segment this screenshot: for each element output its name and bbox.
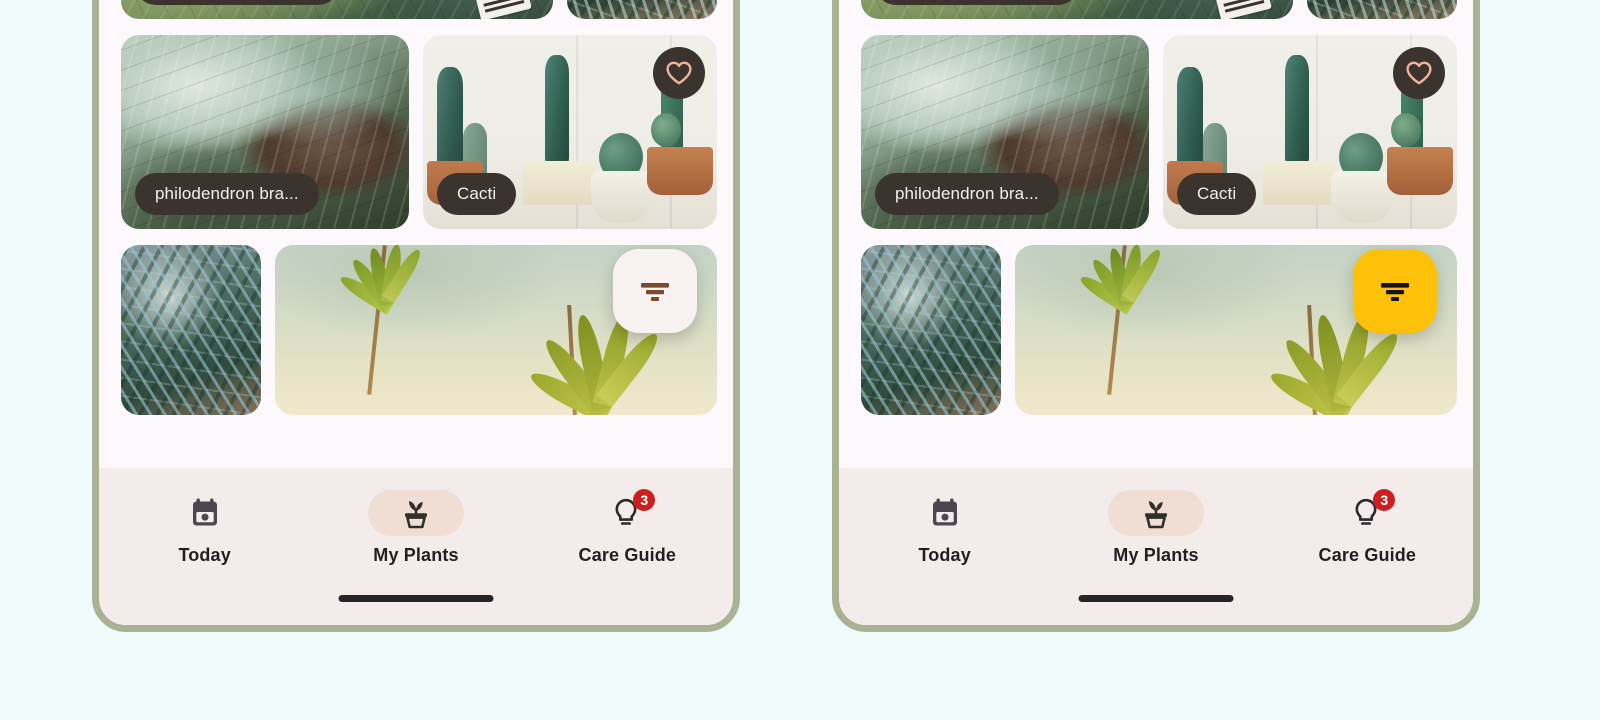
app-screen-right: monstera siltepecana philodendron bra...	[839, 0, 1473, 625]
nav-badge: 3	[1373, 489, 1396, 511]
nav-icon-wrapper: 3	[579, 489, 675, 536]
heart-icon	[1406, 61, 1432, 85]
nav-label: Care Guide	[578, 545, 677, 565]
plant-card[interactable]: monstera siltepecana	[121, 0, 553, 19]
nav-badge: 3	[633, 489, 656, 511]
nav-icon-wrapper	[897, 490, 993, 536]
favorite-heart-button[interactable]	[653, 47, 705, 99]
nav-label: Today	[178, 545, 231, 565]
plant-photo-palm	[1307, 0, 1457, 19]
filter-fab-button[interactable]	[1353, 249, 1437, 333]
plant-card[interactable]: monstera siltepecana	[861, 0, 1293, 19]
filter-fab-button[interactable]	[613, 249, 697, 333]
nav-item-today[interactable]: Today	[839, 490, 1050, 566]
nav-icon-wrapper-active	[367, 490, 464, 536]
nav-label: My Plants	[373, 545, 459, 565]
plant-name-pill: monstera siltepecana	[135, 0, 339, 5]
bottom-navigation-bar: Today My Plants 3 Care Guide	[99, 468, 733, 625]
plant-card[interactable]	[1307, 0, 1457, 19]
filter-icon	[1381, 283, 1409, 301]
plant-card[interactable]: Cacti	[423, 35, 717, 229]
nav-label: My Plants	[1113, 545, 1199, 565]
gallery-row: philodendron bra... Cacti	[861, 35, 1457, 229]
favorite-heart-button[interactable]	[1393, 47, 1445, 99]
plant-name-pill: philodendron bra...	[875, 173, 1059, 215]
screenshot-stage: monstera siltepecana philodendron bra...	[0, 0, 1600, 720]
potted-plant-icon	[404, 501, 427, 529]
plant-card[interactable]: philodendron bra...	[121, 35, 409, 229]
nav-item-my-plants[interactable]: My Plants	[1050, 490, 1261, 566]
plant-name-pill: Cacti	[437, 173, 517, 215]
phone-mockup-right: monstera siltepecana philodendron bra...	[832, 0, 1480, 632]
plant-name-pill: philodendron bra...	[135, 173, 319, 215]
home-indicator	[1078, 595, 1234, 602]
plant-gallery-left: monstera siltepecana philodendron bra...	[99, 0, 733, 483]
plant-photo-palm	[567, 0, 717, 19]
plant-card[interactable]	[121, 245, 261, 415]
nav-item-care-guide[interactable]: 3 Care Guide	[522, 489, 733, 566]
plant-gallery-right: monstera siltepecana philodendron bra...	[839, 0, 1473, 483]
gallery-row: monstera siltepecana	[861, 0, 1457, 19]
plant-card[interactable]: Cacti	[1163, 35, 1457, 229]
filter-icon	[641, 283, 669, 301]
calendar-icon	[192, 498, 217, 526]
plant-name-pill: Cacti	[1177, 173, 1257, 215]
nav-item-today[interactable]: Today	[99, 490, 310, 566]
calendar-icon	[932, 498, 957, 526]
plant-card[interactable]	[567, 0, 717, 19]
nav-label: Today	[918, 545, 971, 565]
nav-item-my-plants[interactable]: My Plants	[310, 490, 521, 566]
gallery-row: philodendron bra... Cacti	[121, 35, 717, 229]
plant-name-pill: monstera siltepecana	[875, 0, 1079, 5]
plant-card[interactable]: philodendron bra...	[861, 35, 1149, 229]
phone-mockup-left: monstera siltepecana philodendron bra...	[92, 0, 740, 632]
nav-icon-wrapper-active	[1107, 490, 1204, 536]
nav-label: Care Guide	[1318, 545, 1417, 565]
nav-icon-wrapper	[157, 490, 253, 536]
plant-photo-dracaena	[121, 245, 261, 415]
plant-photo-dracaena	[861, 245, 1001, 415]
nav-item-care-guide[interactable]: 3 Care Guide	[1262, 489, 1473, 566]
potted-plant-icon	[1144, 501, 1167, 529]
home-indicator	[338, 595, 494, 602]
gallery-row: monstera siltepecana	[121, 0, 717, 19]
app-screen-left: monstera siltepecana philodendron bra...	[99, 0, 733, 625]
plant-card[interactable]	[861, 245, 1001, 415]
nav-icon-wrapper: 3	[1319, 489, 1415, 536]
bottom-navigation-bar: Today My Plants 3 Care Guide	[839, 468, 1473, 625]
heart-icon	[666, 61, 692, 85]
